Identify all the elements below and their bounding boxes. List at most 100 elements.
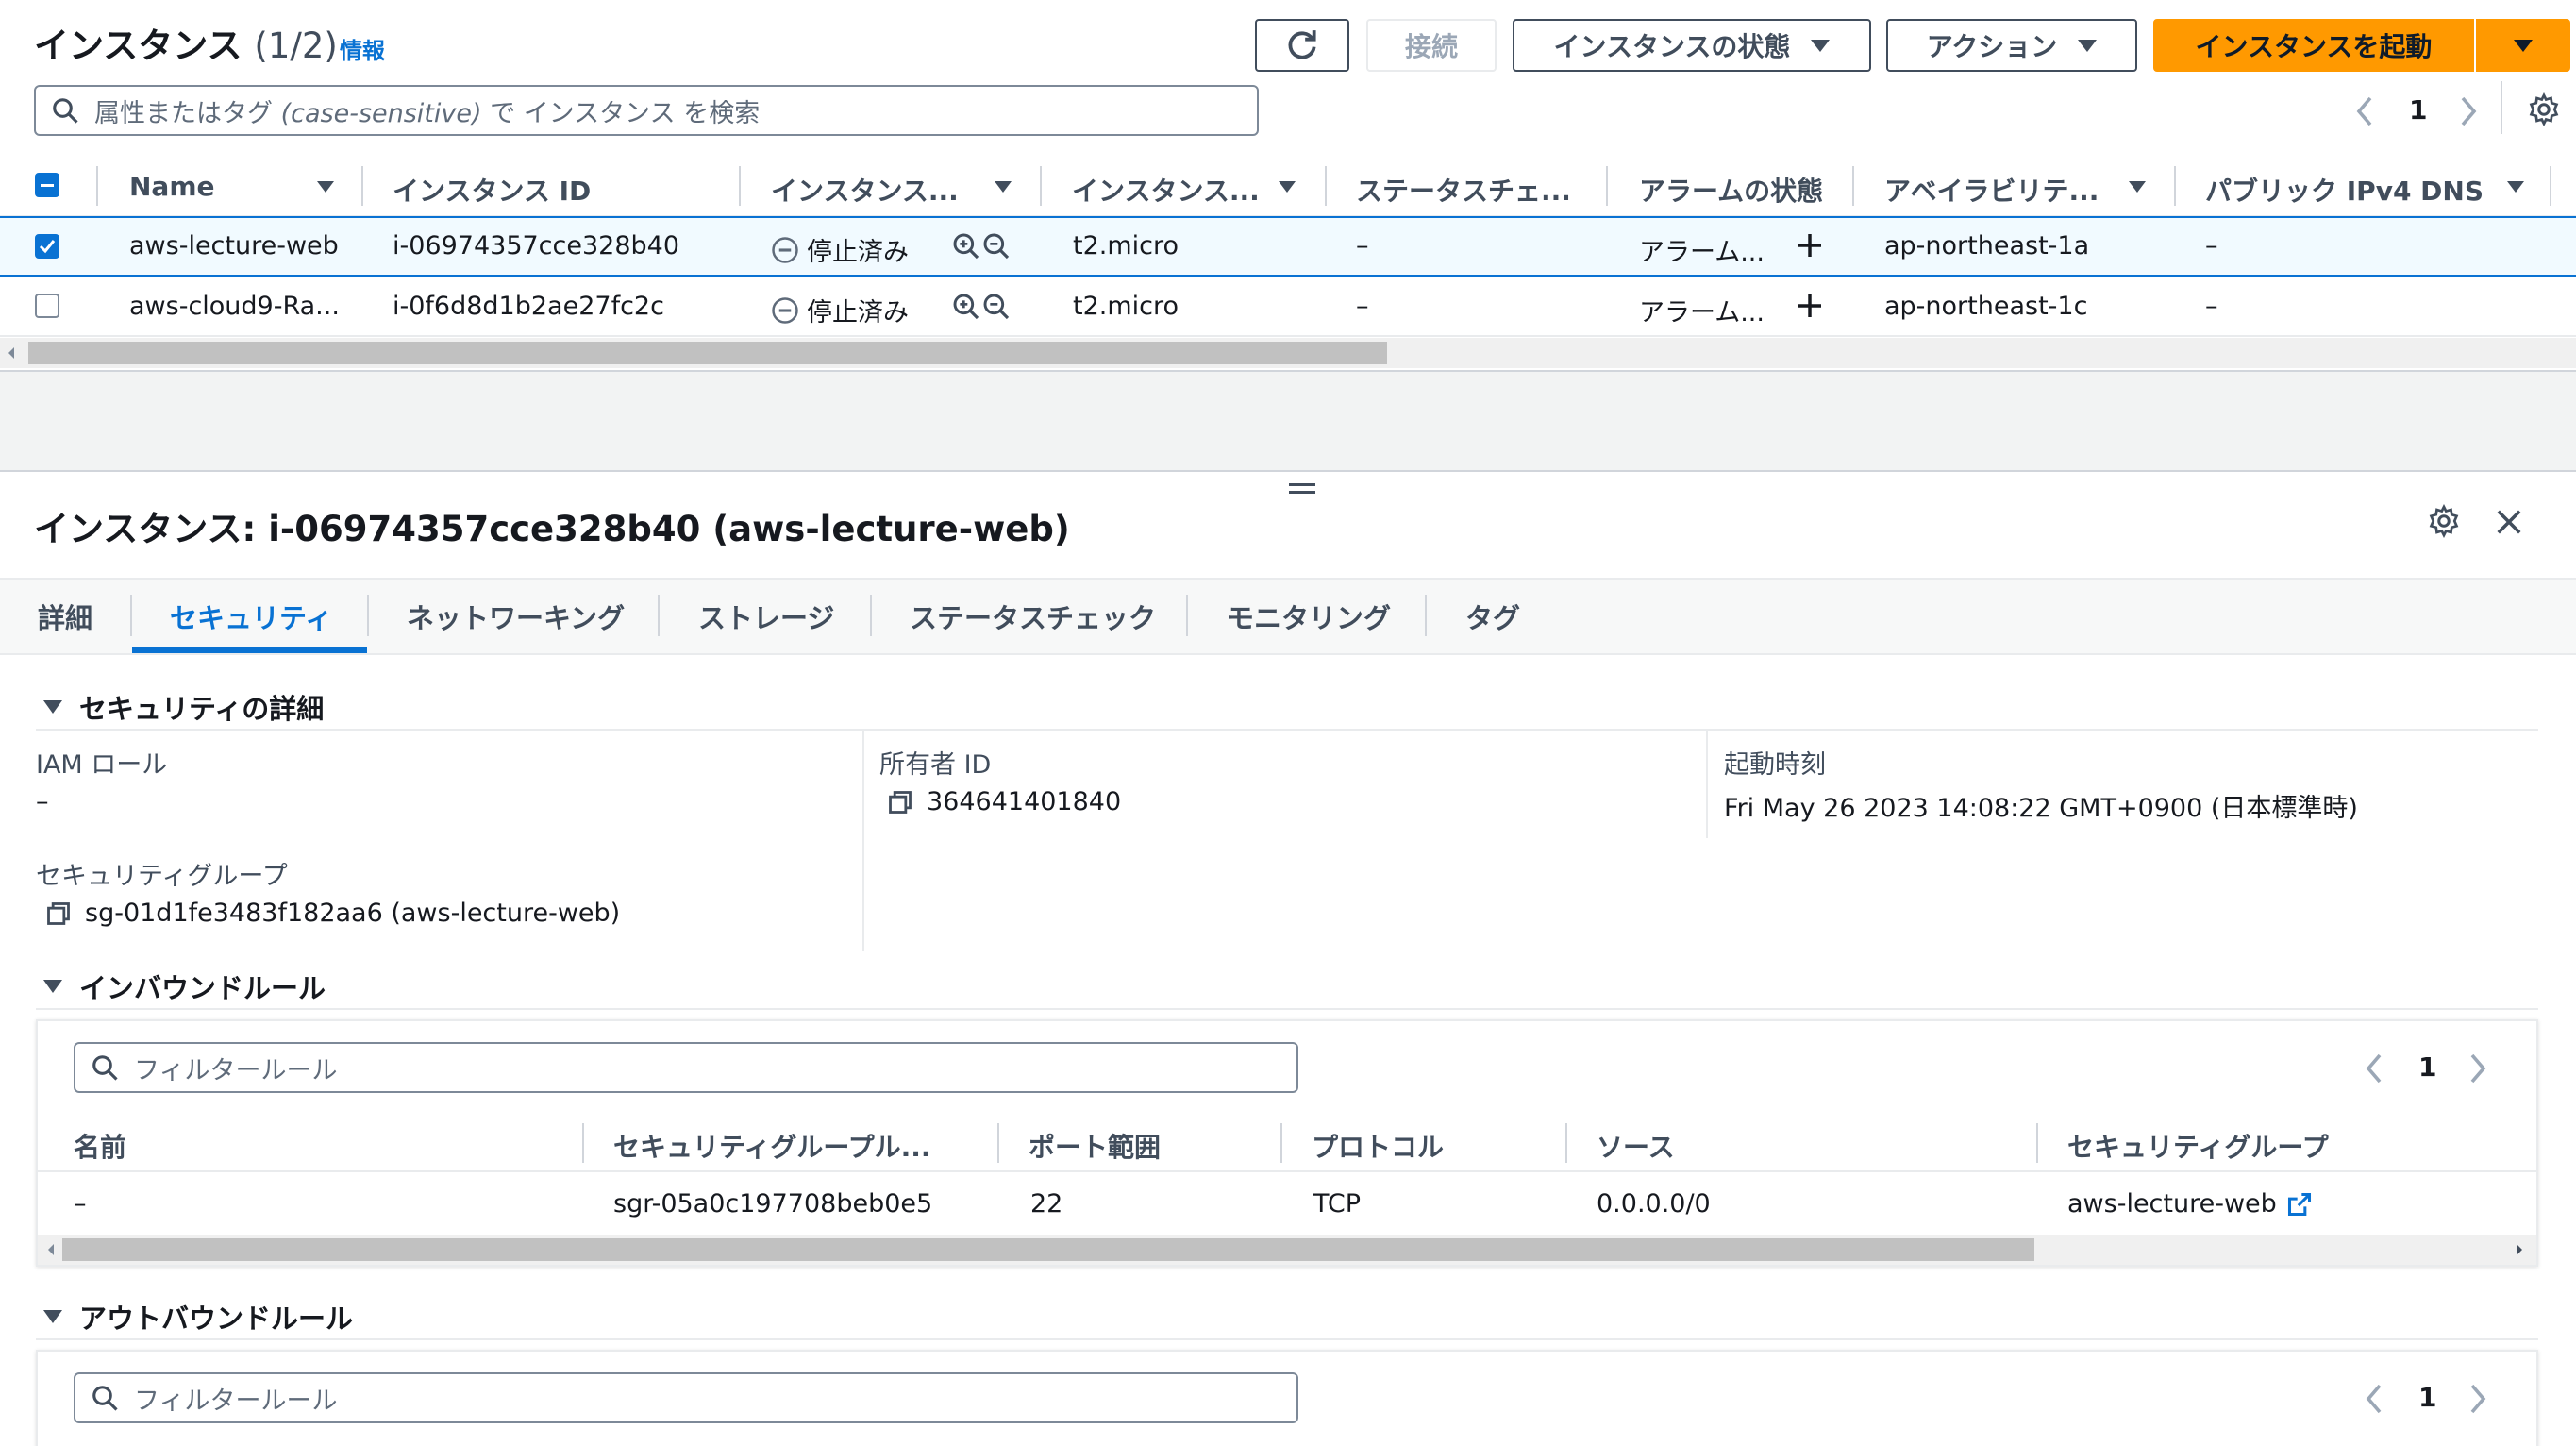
tab-storage[interactable]: ストレージ [698, 597, 834, 636]
column-divider[interactable] [1606, 166, 1608, 206]
column-divider[interactable] [2550, 166, 2551, 206]
column-divider[interactable] [1040, 166, 1042, 206]
column-divider[interactable] [1325, 166, 1327, 206]
zoom-in-icon[interactable] [951, 292, 981, 322]
select-all-checkbox[interactable] [35, 173, 59, 197]
inbound-filter-input[interactable]: フィルタールール [74, 1042, 1298, 1093]
column-divider[interactable] [997, 1123, 999, 1163]
gear-icon[interactable] [2527, 92, 2561, 126]
column-header-availability-zone[interactable]: アベイラビリテ... [1884, 171, 2101, 209]
add-alarm-icon[interactable] [1795, 291, 1825, 321]
prev-page-icon[interactable] [2363, 1384, 2385, 1414]
column-header-instance-state[interactable]: インスタンス... [771, 171, 960, 209]
gear-icon[interactable] [2427, 504, 2461, 538]
next-page-icon[interactable] [2467, 1384, 2489, 1414]
add-alarm-icon[interactable] [1795, 230, 1825, 261]
instance-search-input[interactable]: 属性またはタグ (case-sensitive) で インスタンス を検索 [34, 85, 1259, 136]
refresh-button[interactable] [1255, 19, 1349, 72]
security-group-link[interactable]: sg-01d1fe3483f182aa6 (aws-lecture-web) [45, 899, 620, 928]
security-group-link[interactable]: aws-lecture-web [2067, 1189, 2313, 1219]
column-header-instance-id[interactable]: インスタンス ID [393, 171, 591, 209]
tab-tags[interactable]: タグ [1465, 597, 1520, 636]
next-page-icon[interactable] [2457, 96, 2480, 126]
scroll-left-icon[interactable] [45, 1242, 57, 1257]
prev-page-icon[interactable] [2363, 1053, 2385, 1084]
launch-instances-button[interactable]: インスタンスを起動 [2153, 19, 2474, 72]
column-divider[interactable] [1280, 1123, 1282, 1163]
column-header-protocol[interactable]: プロトコル [1312, 1127, 1444, 1165]
actions-button[interactable]: アクション [1886, 19, 2137, 72]
column-divider[interactable] [1852, 166, 1854, 206]
next-page-icon[interactable] [2467, 1053, 2489, 1084]
column-divider[interactable] [1565, 1123, 1567, 1163]
outbound-filter-input[interactable]: フィルタールール [74, 1372, 1298, 1423]
sort-icon[interactable] [2507, 181, 2524, 193]
row-checkbox[interactable] [35, 234, 59, 259]
scrollbar-thumb[interactable] [28, 342, 1387, 364]
tab-monitoring[interactable]: モニタリング [1227, 597, 1391, 636]
column-header-status-check[interactable]: ステータスチェ... [1356, 171, 1573, 209]
column-header-source[interactable]: ソース [1597, 1127, 1675, 1165]
info-link[interactable]: 情報 [340, 32, 385, 65]
public-dns: – [2205, 231, 2218, 261]
copy-icon[interactable] [45, 900, 72, 927]
chevron-down-icon [2078, 39, 2098, 52]
scroll-right-icon[interactable] [2514, 1242, 2525, 1257]
row-checkbox[interactable] [35, 294, 59, 318]
table-row[interactable] [0, 277, 2576, 337]
page-number[interactable]: 1 [2418, 1382, 2436, 1413]
prev-page-icon[interactable] [2353, 96, 2376, 126]
instance-state: 停止済み [771, 231, 909, 268]
security-details-toggle[interactable]: セキュリティの詳細 [43, 687, 324, 727]
protocol: TCP [1313, 1189, 1362, 1219]
column-divider[interactable] [361, 166, 363, 206]
tab-networking[interactable]: ネットワーキング [407, 597, 625, 636]
column-header-name[interactable]: Name [129, 171, 215, 202]
sort-icon[interactable] [995, 181, 1012, 193]
column-header-instance-type[interactable]: インスタンス... [1072, 171, 1261, 209]
column-header-public-ipv4-dns[interactable]: パブリック IPv4 DNS [2205, 171, 2484, 209]
instance-id-link[interactable]: i-06974357cce328b40 [393, 231, 679, 261]
page-number[interactable]: 1 [2418, 1051, 2436, 1083]
column-header-alarm-status[interactable]: アラームの状態 [1639, 171, 1823, 209]
instance-state-button[interactable]: インスタンスの状態 [1513, 19, 1871, 72]
resize-handle-icon[interactable] [1289, 483, 1315, 496]
table-row[interactable] [0, 216, 2576, 277]
divider [36, 1338, 2538, 1340]
column-divider[interactable] [739, 166, 741, 206]
instances-title: インスタンス (1/2) [34, 25, 338, 66]
scroll-left-icon[interactable] [6, 345, 17, 361]
inbound-rules-toggle[interactable]: インバウンドルール [43, 967, 326, 1006]
check-icon [39, 240, 56, 254]
rule-id: sgr-05a0c197708beb0e5 [613, 1189, 933, 1219]
sort-icon[interactable] [2129, 181, 2146, 193]
column-header-rule-id[interactable]: セキュリティグループル... [613, 1127, 962, 1165]
zoom-out-icon[interactable] [981, 292, 1012, 322]
search-icon [53, 98, 78, 124]
sort-icon[interactable] [1279, 181, 1296, 193]
column-divider[interactable] [2036, 1123, 2038, 1163]
column-divider[interactable] [582, 1123, 584, 1163]
zoom-out-icon[interactable] [981, 231, 1012, 261]
close-icon[interactable] [2495, 508, 2523, 536]
page-number[interactable]: 1 [2409, 94, 2427, 126]
split-gap [0, 370, 2576, 472]
column-divider[interactable] [2174, 166, 2176, 206]
outbound-rules-toggle[interactable]: アウトバウンドルール [43, 1297, 353, 1337]
sort-icon[interactable] [317, 181, 334, 193]
port-range: 22 [1030, 1189, 1063, 1219]
tab-security[interactable]: セキュリティ [170, 597, 332, 636]
launch-dropdown-button[interactable] [2476, 19, 2570, 72]
column-header-rule-name[interactable]: 名前 [74, 1127, 126, 1165]
zoom-in-icon[interactable] [951, 231, 981, 261]
copy-icon[interactable] [887, 789, 913, 815]
column-header-security-group[interactable]: セキュリティグループ [2067, 1127, 2329, 1165]
column-header-port-range[interactable]: ポート範囲 [1029, 1127, 1161, 1165]
scrollbar-thumb[interactable] [62, 1238, 2034, 1261]
instance-type: t2.micro [1073, 292, 1179, 321]
instance-id-link[interactable]: i-0f6d8d1b2ae27fc2c [393, 292, 664, 321]
tab-status-checks[interactable]: ステータスチェック [910, 597, 1156, 636]
connect-button[interactable]: 接続 [1366, 19, 1497, 72]
tab-details[interactable]: 詳細 [38, 597, 92, 636]
column-divider [1706, 729, 1708, 838]
